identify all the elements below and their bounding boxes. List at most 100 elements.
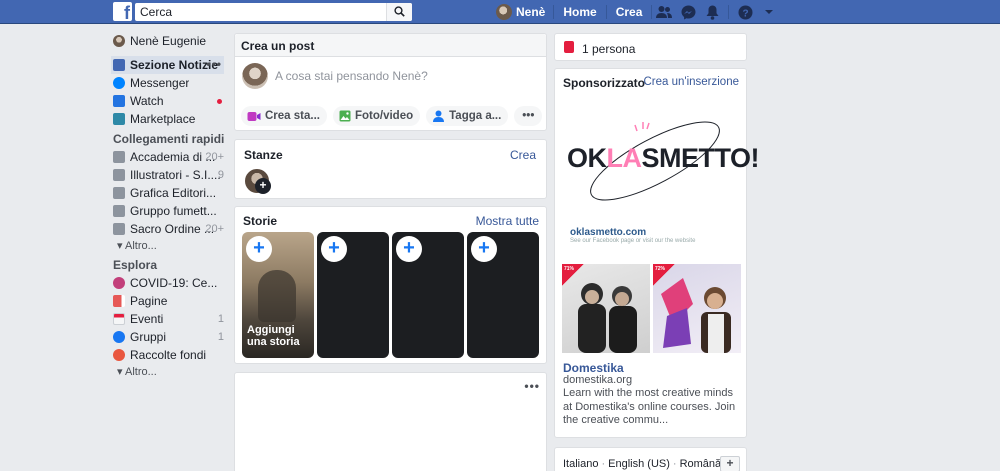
sidebar-item-label: Gruppo fumett...	[130, 204, 217, 218]
search-icon	[394, 6, 405, 17]
sidebar-item-pages[interactable]: Pagine	[113, 292, 228, 310]
search-button[interactable]	[386, 3, 412, 21]
photo-video-button[interactable]: Foto/video	[332, 106, 421, 126]
language-link[interactable]: Română	[680, 458, 722, 470]
sponsored-title: Sponsorizzato	[563, 76, 646, 90]
gift-icon	[564, 41, 574, 53]
create-link[interactable]: Crea	[607, 0, 652, 24]
calendar-icon	[113, 313, 125, 325]
explore-more-link[interactable]: ▾ Altro...	[113, 364, 228, 380]
composer-header: Crea un post	[235, 34, 546, 57]
sponsored-header: Sponsorizzato Crea un'inserzione	[555, 69, 746, 93]
more-label: Altro...	[124, 366, 157, 378]
add-language-button[interactable]: +	[720, 456, 740, 471]
story-card[interactable]: +	[392, 232, 464, 358]
sidebar-item-watch[interactable]: Watch	[113, 92, 228, 110]
sidebar-item-label: Gruppi	[130, 330, 167, 344]
facebook-logo[interactable]: f	[113, 2, 132, 21]
sidebar-item-label: Grafica Editori...	[130, 186, 217, 200]
sidebar-item-shortcut[interactable]: Grafica Editori...	[113, 184, 228, 202]
composer-body[interactable]: A cosa stai pensando Nenè?	[235, 57, 546, 97]
plus-icon: +	[471, 236, 497, 262]
nav-divider	[728, 5, 730, 19]
logo-part: SMETTO!	[641, 143, 760, 173]
sidebar-item-count: 9	[217, 169, 224, 181]
ad-image-domain: oklasmetto.com	[570, 227, 647, 238]
language-list: Italiano · English (US) · Română	[563, 458, 721, 470]
add-story-card[interactable]: + Aggiungi una storia	[242, 232, 314, 358]
shortcuts-heading: Collegamenti rapidi	[113, 132, 225, 146]
help-icon[interactable]: ?	[733, 0, 757, 24]
add-room-icon[interactable]: +	[255, 178, 271, 194]
ad-image-right[interactable]: 72%	[653, 264, 741, 353]
sidebar-item-shortcut[interactable]: Gruppo fumett...	[113, 202, 228, 220]
composer-actions: Crea sta... Foto/video Tagga a... •••	[241, 106, 548, 126]
sidebar-item-covid[interactable]: COVID-19: Ce...	[113, 274, 228, 292]
group-icon	[113, 187, 125, 199]
rooms-title: Stanze	[244, 148, 283, 162]
fundraiser-icon	[113, 349, 125, 361]
search-input[interactable]	[135, 3, 385, 21]
profile-link[interactable]: Nenè	[494, 0, 553, 24]
sidebar-item-label: Sacro Ordine ...	[130, 222, 215, 236]
create-room-link[interactable]: Crea	[510, 148, 536, 162]
sidebar-profile[interactable]: Nenè Eugenie	[113, 32, 228, 50]
sidebar-item-marketplace[interactable]: Marketplace	[113, 110, 228, 128]
composer-input[interactable]: A cosa stai pensando Nenè?	[275, 69, 428, 83]
sidebar-item-shortcut[interactable]: Illustratori - S.I.... 9	[113, 166, 228, 184]
tag-friends-icon	[433, 110, 445, 122]
group-icon	[113, 205, 125, 217]
ad-image-left[interactable]: 71%	[562, 264, 650, 353]
ad-logo-text: OKLASMETTO!	[567, 143, 759, 174]
photo-icon	[339, 110, 351, 122]
tag-friends-button[interactable]: Tagga a...	[426, 106, 509, 126]
sidebar-item-label: COVID-19: Ce...	[130, 276, 218, 290]
sidebar-item-messenger[interactable]: Messenger	[113, 74, 228, 92]
notifications-icon[interactable]	[700, 0, 724, 24]
stories-header: Storie Mostra tutte	[235, 207, 546, 231]
home-link[interactable]: Home	[554, 0, 605, 24]
friend-requests-icon[interactable]	[652, 0, 676, 24]
show-all-stories-link[interactable]: Mostra tutte	[476, 214, 539, 228]
sidebar-item-label: Pagine	[130, 294, 168, 308]
people-card[interactable]: 1 persona	[554, 33, 747, 61]
create-ad-link[interactable]: Crea un'inserzione	[643, 76, 739, 88]
ad-title[interactable]: Domestika	[563, 361, 624, 375]
sidebar-item-label: Messenger	[130, 76, 190, 90]
languages-card: Italiano · English (US) · Română +	[554, 447, 747, 471]
sidebar-item-groups[interactable]: Gruppi 1	[113, 328, 228, 346]
sidebar-item-label: Raccolte fondi	[130, 348, 207, 362]
language-separator: ·	[601, 458, 606, 470]
ad-logo-image[interactable]: OKLASMETTO!	[563, 103, 759, 219]
story-card[interactable]: +	[317, 232, 389, 358]
stories-card: Storie Mostra tutte + Aggiungi una stori…	[234, 206, 547, 364]
more-options-icon[interactable]: •••	[524, 379, 540, 393]
sidebar-item-label: Watch	[130, 94, 164, 108]
create-room-button[interactable]: Crea sta...	[241, 106, 327, 126]
pill-label: Crea sta...	[265, 110, 320, 122]
ad-description: Learn with the most creative minds at Do…	[563, 387, 736, 426]
sidebar-item-shortcut[interactable]: Accademia di ... 20+	[113, 148, 228, 166]
rooms-header: Stanze Crea	[235, 140, 546, 164]
messenger-icon[interactable]	[676, 0, 700, 24]
rooms-card: Stanze Crea +	[234, 139, 547, 199]
language-link[interactable]: English (US)	[608, 458, 670, 470]
sidebar-item-news-feed[interactable]: Sezione Notizie •••	[111, 56, 224, 74]
post-composer: Crea un post A cosa stai pensando Nenè? …	[234, 33, 547, 131]
messenger-icon	[113, 77, 125, 89]
story-photo	[258, 270, 296, 322]
account-menu-icon[interactable]	[757, 0, 781, 24]
sidebar-item-events[interactable]: Eventi 1	[113, 310, 228, 328]
story-card[interactable]: +	[467, 232, 539, 358]
ad-url[interactable]: domestika.org	[563, 374, 632, 386]
sidebar-item-shortcut[interactable]: Sacro Ordine ... 20+	[113, 220, 228, 238]
shortcuts-more-link[interactable]: ▾ Altro...	[113, 238, 228, 254]
stories-title: Storie	[243, 214, 278, 228]
more-options-icon[interactable]: •••	[206, 57, 222, 71]
group-icon	[113, 169, 125, 181]
sidebar-profile-name: Nenè Eugenie	[130, 34, 207, 48]
video-room-icon	[247, 111, 261, 121]
composer-more-button[interactable]: •••	[514, 106, 543, 126]
sidebar-item-fundraisers[interactable]: Raccolte fondi	[113, 346, 228, 364]
sidebar-item-label: Marketplace	[130, 112, 196, 126]
